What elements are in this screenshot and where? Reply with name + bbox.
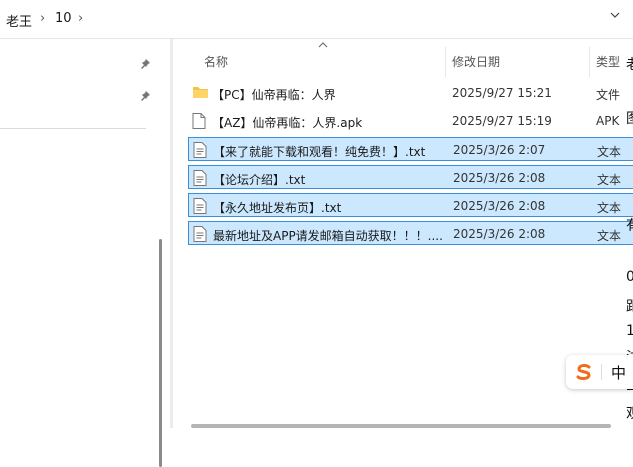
nav-divider	[0, 128, 146, 129]
edge-text: 距	[626, 296, 633, 316]
file-name: 【论坛介绍】.txt	[213, 173, 306, 187]
edge-text: 0	[626, 269, 633, 285]
breadcrumb-item-laowang[interactable]: 老王	[6, 11, 32, 30]
pin-icon[interactable]	[139, 90, 151, 102]
file-type: APK	[596, 114, 620, 128]
file-row[interactable]: 最新地址及APP请发邮箱自动获取！！！.... 2025/3/26 2:08 文…	[188, 221, 633, 245]
file-row[interactable]: 【AZ】仙帝再临：人界.apk 2025/9/27 15:19 APK	[188, 109, 633, 133]
text-file-icon	[193, 198, 207, 217]
navigation-pane	[0, 39, 162, 467]
file-row[interactable]: 【PC】仙帝再临：人界 2025/9/27 15:21 文件	[188, 81, 633, 105]
pin-icon[interactable]	[139, 58, 151, 70]
file-type: 文本	[597, 229, 622, 243]
sort-ascending-icon	[318, 41, 328, 52]
file-date: 2025/3/26 2:08	[453, 199, 546, 213]
column-separator[interactable]	[445, 47, 446, 77]
edge-text: 观	[626, 403, 633, 423]
chevron-right-icon: ›	[40, 11, 46, 26]
text-file-icon	[193, 226, 207, 245]
file-type: 文本	[597, 145, 622, 159]
chevron-right-icon[interactable]: ›	[78, 11, 83, 26]
text-file-icon	[193, 170, 207, 189]
file-type: 文本	[597, 173, 622, 187]
file-date: 2025/3/26 2:08	[453, 171, 546, 185]
file-type: 文件	[596, 88, 621, 102]
file-name: 【来了就能下载和观看！纯免费！】.txt	[213, 145, 426, 159]
ime-mode-toggle[interactable]: 中	[611, 362, 626, 383]
file-type: 文本	[597, 201, 622, 215]
chevron-down-icon[interactable]	[609, 9, 621, 24]
horizontal-scrollbar[interactable]	[191, 424, 611, 428]
nav-scrollbar[interactable]	[159, 239, 162, 467]
file-date: 2025/9/27 15:21	[452, 86, 552, 100]
file-row[interactable]: 【论坛介绍】.txt 2025/3/26 2:08 文本	[188, 165, 633, 189]
file-name: 【永久地址发布页】.txt	[213, 201, 342, 215]
file-row[interactable]: 【永久地址发布页】.txt 2025/3/26 2:08 文本	[188, 193, 633, 217]
column-separator[interactable]	[589, 47, 590, 77]
column-header-type[interactable]: 类型	[596, 53, 620, 70]
address-bar: 老王 › 10 ›	[0, 0, 633, 39]
edge-text: 有	[626, 215, 633, 235]
sogou-logo-icon[interactable]	[574, 363, 594, 381]
ime-separator	[601, 364, 602, 380]
file-list: 名称 修改日期 类型 【PC】仙帝再临：人界 2025/9/27 15:21 文…	[173, 39, 633, 428]
file-name: 【PC】仙帝再临：人界	[212, 88, 336, 102]
file-date: 2025/3/26 2:08	[453, 227, 546, 241]
file-row[interactable]: 【来了就能下载和观看！纯免费！】.txt 2025/3/26 2:07 文本	[188, 137, 633, 161]
file-date: 2025/9/27 15:19	[452, 114, 552, 128]
edge-text: 1	[626, 323, 633, 339]
edge-text: 老	[626, 54, 633, 74]
file-icon	[192, 113, 206, 132]
edge-text: 图	[626, 108, 633, 128]
file-name: 【AZ】仙帝再临：人界.apk	[212, 116, 363, 130]
ime-toolbar[interactable]: 中	[566, 355, 633, 389]
file-date: 2025/3/26 2:07	[453, 143, 546, 157]
column-header-name[interactable]: 名称	[204, 53, 228, 70]
breadcrumb-item-10[interactable]: 10	[55, 11, 72, 26]
file-name: 最新地址及APP请发邮箱自动获取！！！....	[213, 229, 443, 243]
column-header-date[interactable]: 修改日期	[452, 53, 500, 70]
folder-icon	[192, 85, 209, 103]
text-file-icon	[193, 142, 207, 161]
